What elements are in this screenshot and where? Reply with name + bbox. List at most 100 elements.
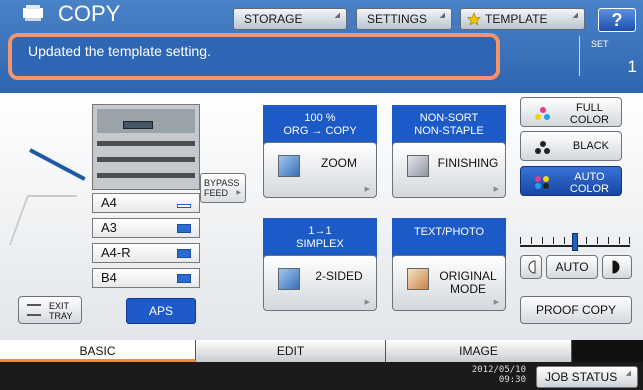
status-message: Updated the template setting. [28,43,211,59]
staple-mode: NON-STAPLE [414,125,484,137]
zoom-status: 100 % ORG → COPY [263,105,377,147]
settings-label: SETTINGS [367,12,428,26]
duplex-ratio: 1→1 [308,225,332,237]
tray-size: B4 [101,270,117,285]
corner-arrow-icon: ◢ [439,12,445,19]
set-label: SET [591,39,609,49]
paper-level-icon [177,204,191,208]
density-handle[interactable] [572,233,578,251]
output-slot [97,157,195,162]
paper-tray-4[interactable]: B4 [92,268,200,288]
tab-basic[interactable]: BASIC [0,340,196,362]
tab-image[interactable]: IMAGE [386,340,572,362]
black-icon [535,141,551,155]
mode-label: MODE [450,282,486,296]
exit-label: EXIT [49,301,70,311]
zoom-icon [278,155,300,177]
settings-button[interactable]: SETTINGS ◢ [356,8,452,30]
finishing-status: NON-SORT NON-STAPLE [392,105,506,147]
full-label: FULL [575,102,603,114]
original-mode-label: ORIGINAL MODE [437,270,499,296]
tray-icon [27,304,41,316]
full-color-icon [535,107,551,121]
output-slot [97,141,195,146]
star-icon [467,12,481,26]
arrow-right-icon: ▶ [493,186,499,193]
paper-level-icon [177,274,191,283]
original-label: ORIGINAL [439,269,497,283]
black-label: BLACK [572,140,609,152]
finishing-button[interactable]: FINISHING ▶ [392,142,506,198]
set-count: 1 [627,57,637,76]
tray-size: A4 [101,195,117,210]
control-panel-graphic [123,121,153,129]
original-mode-button[interactable]: ORIGINAL MODE ▶ [392,255,506,311]
color-label: COLOR [569,183,609,195]
arrow-right-icon: ▶ [364,186,370,193]
sort-mode: NON-SORT [419,112,479,124]
tray-size: A3 [101,220,117,235]
auto-color-label: AUTO COLOR [570,171,609,195]
tab-bar: BASIC EDIT IMAGE [0,340,643,362]
help-button[interactable]: ? [598,8,636,32]
bypass-label: BYPASS [204,178,240,188]
arrow-right-icon: ▶ [236,190,241,196]
color-label: COLOR [569,114,609,126]
storage-label: STORAGE [244,12,303,26]
zoom-mode: ORG → COPY [283,125,357,137]
finishing-label: FINISHING [437,156,499,170]
tab-edit[interactable]: EDIT [196,340,386,362]
tray-size: A4-R [101,245,131,260]
aps-button[interactable]: APS [126,298,196,324]
arrow-right-icon: ▶ [493,299,499,306]
auto-color-button[interactable]: AUTO COLOR [520,166,622,196]
proof-copy-button[interactable]: PROOF COPY [520,296,632,324]
black-button[interactable]: BLACK [520,131,622,161]
full-color-button[interactable]: FULL COLOR [520,97,622,127]
original-mode-icon [407,268,429,290]
scanner-graphic [97,109,195,133]
job-status-label: JOB STATUS [545,370,618,384]
template-button[interactable]: TEMPLATE ◢ [460,8,585,30]
arrow-right-icon: ▶ [364,299,370,306]
bypass-feed-button[interactable]: BYPASS FEED ▶ [200,173,246,203]
half-circle-dark-icon [612,260,620,274]
density-auto-button[interactable]: AUTO [546,255,598,279]
datetime: 2012/05/10 09:30 [466,365,526,385]
divider [579,36,580,76]
finishing-icon [407,155,429,177]
tray-label: TRAY [49,311,73,321]
lighter-button[interactable] [520,255,542,279]
job-status-button[interactable]: JOB STATUS ◢ [536,366,638,388]
auto-label: AUTO [574,171,605,183]
corner-arrow-icon: ◢ [625,370,631,377]
time-text: 09:30 [498,375,526,385]
date-text: 2012/05/10 [471,365,526,375]
darker-button[interactable] [602,255,632,279]
two-sided-button[interactable]: 2-SIDED ▶ [263,255,377,311]
copy-screen: COPY STORAGE ◢ SETTINGS ◢ TEMPLATE ◢ ? Upda… [0,0,643,390]
storage-button[interactable]: STORAGE ◢ [233,8,347,30]
paper-tray-2[interactable]: A3 [92,218,200,238]
paper-tray-3[interactable]: A4-R [92,243,200,263]
two-sided-icon [278,268,300,290]
zoom-ratio: 100 % [304,112,336,124]
duplex-status: 1→1 SIMPLEX [263,218,377,260]
duplex-mode: SIMPLEX [296,238,344,250]
corner-arrow-icon: ◢ [572,12,578,19]
paper-tray-1[interactable]: A4 [92,193,200,213]
paper-level-icon [177,249,191,258]
template-label: TEMPLATE [485,12,548,26]
original-mode-status: TEXT/PHOTO [392,218,506,260]
corner-arrow-icon: ◢ [334,12,340,19]
zoom-button[interactable]: ZOOM ▶ [263,142,377,198]
copier-icon [23,5,43,21]
density-slider[interactable] [520,233,630,251]
copier-illustration [92,104,200,190]
output-slot [97,173,195,178]
exit-tray-button[interactable]: EXIT TRAY [18,296,82,324]
full-color-label: FULL COLOR [570,102,609,126]
two-sided-label: 2-SIDED [315,269,363,283]
paper-level-icon [177,224,191,233]
page-title: COPY [58,1,121,26]
